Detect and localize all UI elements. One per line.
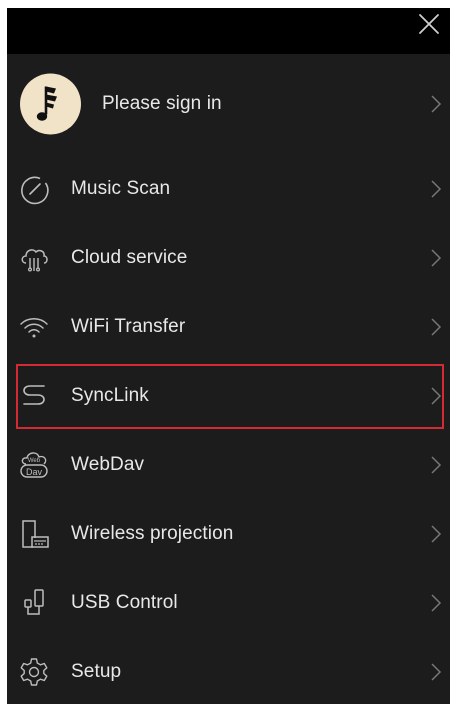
side-menu-panel: Please sign in Music Scan Cloud service [7, 8, 450, 704]
menu-item-music-scan[interactable]: Music Scan [7, 154, 450, 223]
cloud-icon [21, 248, 48, 272]
menu-item-wifi-transfer[interactable]: WiFi Transfer [7, 292, 450, 361]
webdav-icon: Web Dav [20, 451, 48, 478]
menu-item-label: WebDav [71, 453, 145, 475]
menu-item-label: Music Scan [71, 177, 171, 199]
menu-item-synclink[interactable]: SyncLink [7, 361, 450, 430]
avatar [20, 73, 81, 135]
menu-item-label: SyncLink [71, 384, 149, 406]
close-icon[interactable] [416, 11, 442, 37]
chevron-right-icon [431, 386, 442, 405]
chevron-right-icon [431, 317, 442, 336]
menu-item-usb-control[interactable]: USB Control [7, 568, 450, 637]
chevron-right-icon [431, 662, 442, 681]
chevron-right-icon [431, 455, 442, 474]
settings-gear-icon [20, 657, 48, 686]
menu-item-label: Setup [71, 660, 122, 682]
menu-item-cloud-service[interactable]: Cloud service [7, 223, 450, 292]
sign-in-row[interactable]: Please sign in [7, 58, 450, 150]
chevron-right-icon [431, 524, 442, 543]
projection-icon [22, 519, 49, 548]
menu-item-label: USB Control [71, 591, 178, 613]
synclink-icon [23, 384, 45, 405]
music-note-avatar-icon [36, 86, 57, 121]
menu-item-label: Wireless projection [71, 522, 234, 544]
svg-text:Dav: Dav [26, 467, 43, 477]
scan-gauge-icon [21, 176, 49, 204]
menu-item-webdav[interactable]: Web Dav WebDav [7, 430, 450, 499]
chevron-right-icon [431, 593, 442, 612]
chevron-right-icon [431, 248, 442, 267]
menu-item-wireless-projection[interactable]: Wireless projection [7, 499, 450, 568]
svg-text:Web: Web [28, 458, 41, 464]
chevron-right-icon [431, 95, 442, 113]
menu-item-label: Cloud service [71, 246, 188, 268]
sign-in-label: Please sign in [102, 93, 222, 114]
top-bar [7, 8, 450, 54]
usb-icon [24, 588, 44, 615]
menu-item-setup[interactable]: Setup [7, 637, 450, 704]
chevron-right-icon [431, 179, 442, 198]
wifi-icon [20, 317, 48, 337]
menu-item-label: WiFi Transfer [71, 315, 186, 337]
